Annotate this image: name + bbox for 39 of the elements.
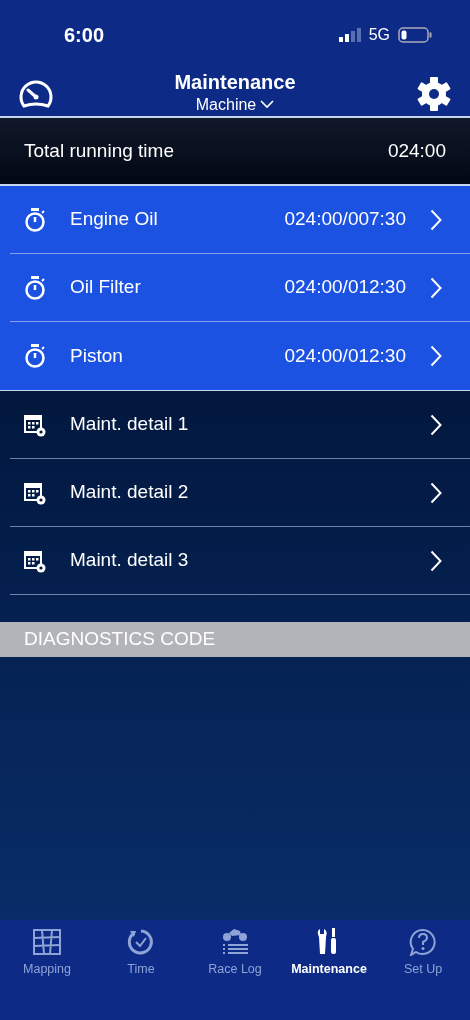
network-label: 5G: [368, 25, 390, 45]
tab-button[interactable]: Maintenance: [282, 920, 376, 980]
chevron-right-icon: [430, 413, 442, 436]
section-header: DIAGNOSTICS CODE: [0, 622, 470, 657]
motorcycle-list-icon: [220, 928, 250, 956]
calendar-gear-icon: [24, 480, 46, 505]
chevron-right-icon: [430, 481, 442, 504]
chevron-right-icon: [430, 208, 442, 231]
tab-button[interactable]: Time: [94, 920, 188, 980]
help-icon: [408, 928, 438, 956]
battery-icon: [398, 27, 432, 43]
clock-icon: [126, 928, 156, 956]
maintenance-detail-row[interactable]: Maint. detail 2: [10, 459, 470, 527]
maintenance-detail-row[interactable]: Maint. detail 1: [10, 391, 470, 459]
total-time-label: Total running time: [24, 138, 174, 163]
machine-selector[interactable]: Machine: [195, 96, 275, 114]
calendar-gear-icon: [24, 412, 46, 437]
tab-button[interactable]: Set Up: [376, 920, 470, 980]
total-time-value: 024:00: [387, 138, 446, 163]
maintenance-counter-row[interactable]: Piston 024:00/012:30: [10, 322, 470, 390]
maintenance-counter-row[interactable]: Oil Filter 024:00/012:30: [10, 254, 470, 322]
speedometer-icon[interactable]: [18, 78, 54, 110]
tab-button[interactable]: Race Log: [188, 920, 282, 980]
signal-icon: [338, 28, 361, 42]
tab-button[interactable]: Mapping: [0, 920, 94, 980]
maintenance-detail-row[interactable]: Maint. detail 3: [10, 527, 470, 595]
chevron-down-icon: [260, 100, 275, 110]
status-time: 6:00: [64, 23, 105, 48]
stopwatch-icon: [24, 207, 46, 232]
chevron-right-icon: [430, 345, 442, 367]
map-icon: [32, 928, 62, 956]
screen-title: Maintenance: [174, 71, 296, 93]
chevron-right-icon: [430, 549, 442, 572]
stopwatch-icon: [24, 344, 46, 368]
settings-icon[interactable]: [416, 76, 452, 112]
maintenance-counter-row[interactable]: Engine Oil 024:00/007:30: [10, 186, 470, 254]
calendar-gear-icon: [24, 548, 46, 573]
chevron-right-icon: [430, 276, 442, 299]
stopwatch-icon: [24, 275, 46, 300]
